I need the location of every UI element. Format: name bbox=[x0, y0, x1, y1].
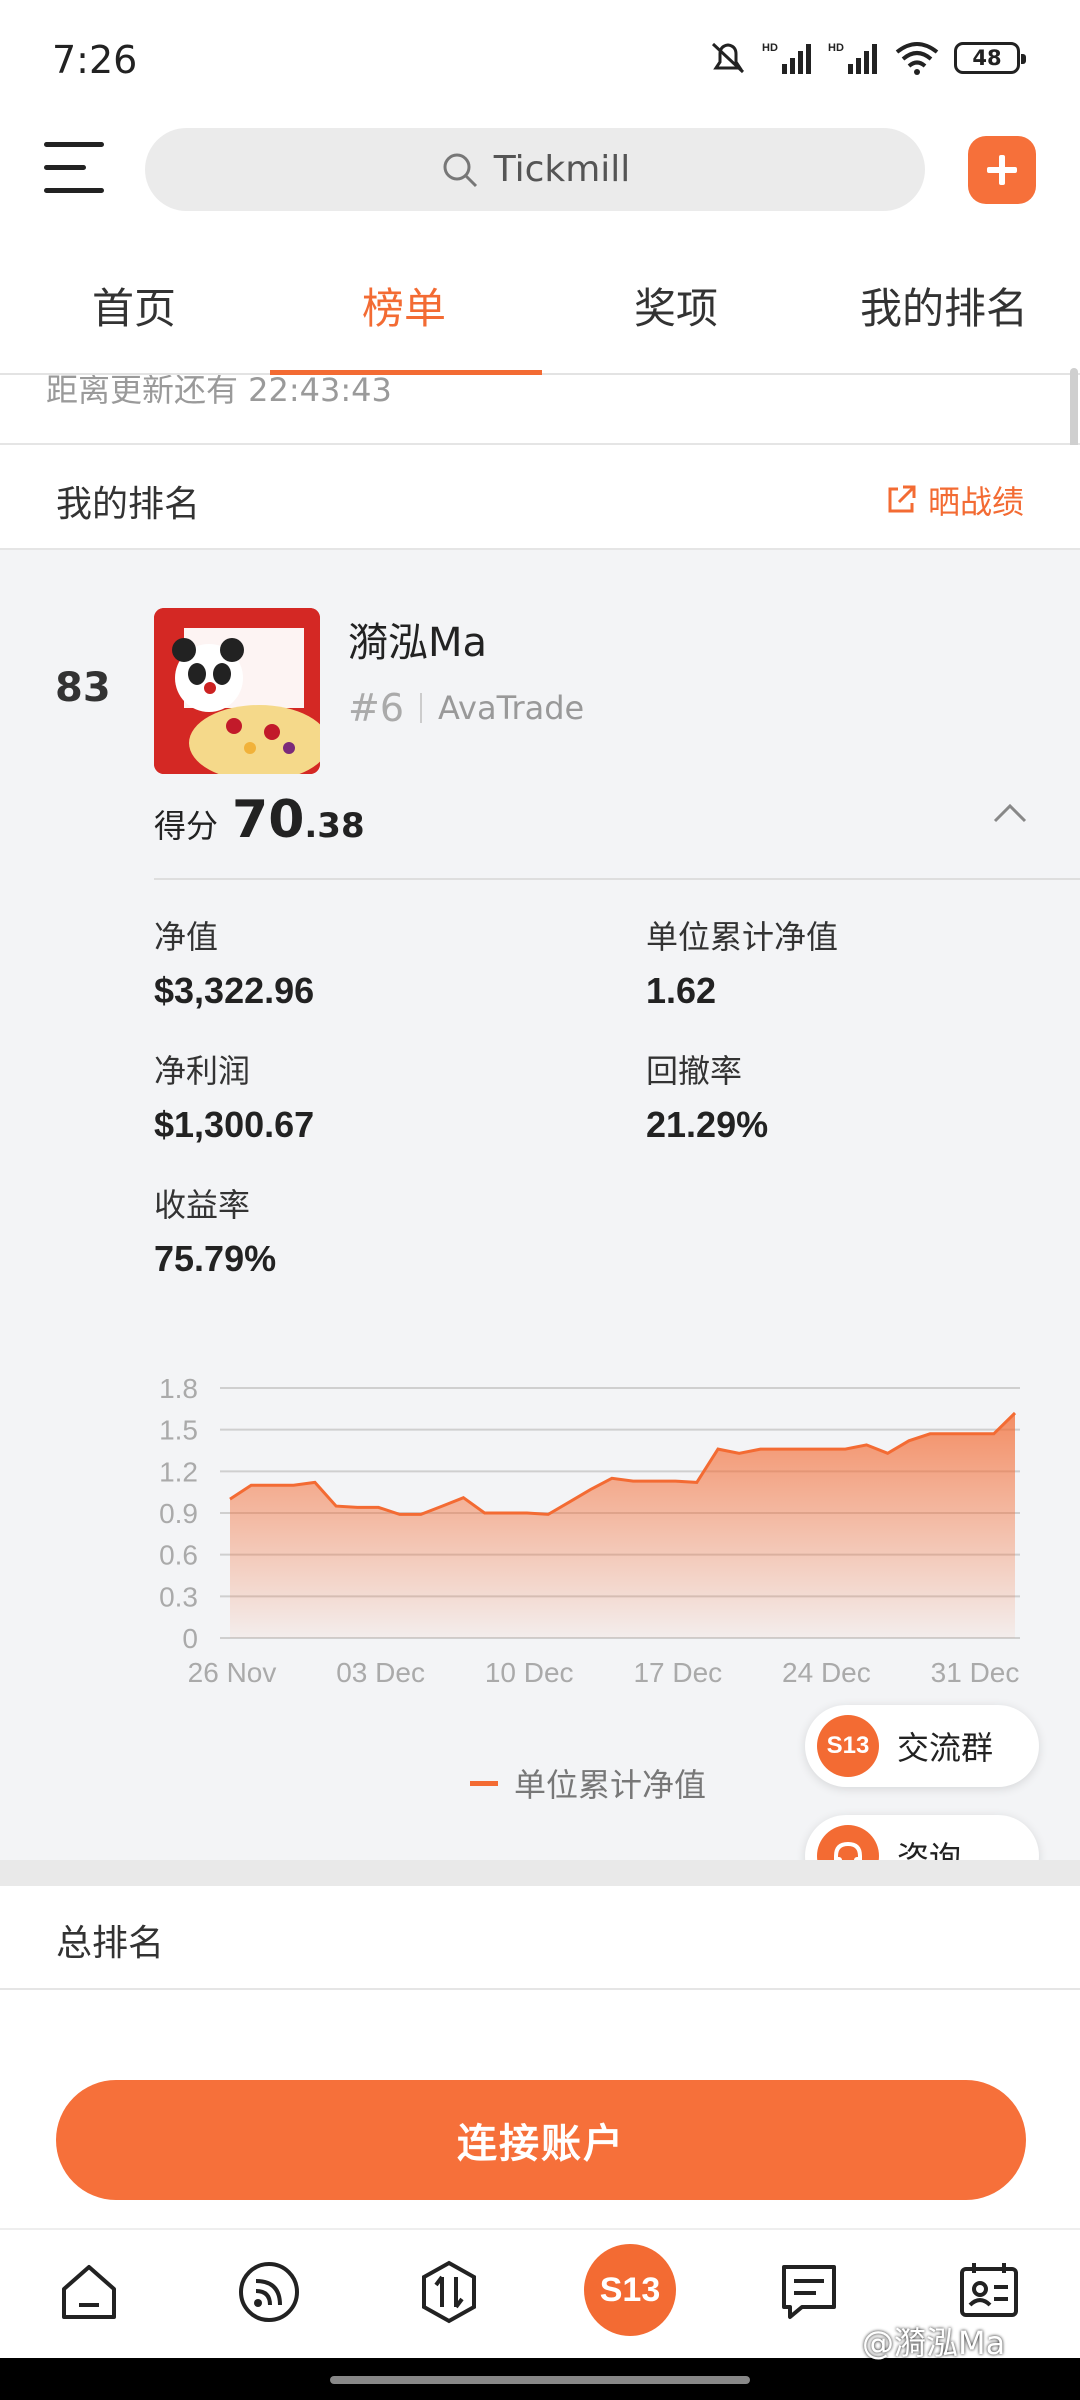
wifi-icon bbox=[895, 42, 939, 75]
stat-net-profit: 净利润 $1,300.67 bbox=[154, 1046, 314, 1146]
stat-label: 净利润 bbox=[154, 1052, 251, 1090]
plus-icon bbox=[987, 155, 1017, 185]
stat-drawdown: 回撤率 21.29% bbox=[646, 1046, 768, 1146]
home-indicator[interactable] bbox=[330, 2376, 750, 2384]
y-tick-label: 1.5 bbox=[159, 1415, 198, 1446]
add-button[interactable] bbox=[968, 136, 1036, 204]
score: 得分 70 .38 bbox=[154, 790, 365, 850]
user-subtitle: #6 AvaTrade bbox=[348, 686, 584, 730]
section-divider bbox=[0, 1860, 1080, 1886]
divider bbox=[154, 878, 1080, 880]
svg-text:HD: HD bbox=[828, 42, 844, 54]
y-tick-label: 1.8 bbox=[159, 1373, 198, 1404]
update-countdown: 距离更新还有 22:43:43 bbox=[0, 375, 1080, 445]
avatar[interactable] bbox=[154, 608, 320, 774]
y-tick-label: 0.3 bbox=[159, 1581, 198, 1612]
trade-icon[interactable] bbox=[412, 2255, 486, 2329]
tab-home[interactable]: 首页 bbox=[92, 275, 176, 336]
list-area bbox=[0, 1990, 1080, 2050]
search-placeholder: Tickmill bbox=[493, 149, 631, 190]
x-tick-label: 03 Dec bbox=[336, 1657, 425, 1688]
stat-unit-nav: 单位累计净值 1.62 bbox=[646, 912, 838, 1012]
score-int: 70 bbox=[232, 790, 305, 850]
group-chat-label: 交流群 bbox=[897, 1729, 994, 1767]
connect-account-button[interactable]: 连接账户 bbox=[56, 2080, 1026, 2200]
stat-value: 21.29% bbox=[646, 1104, 769, 1145]
stat-value: 1.62 bbox=[646, 970, 717, 1011]
broker-name: AvaTrade bbox=[438, 689, 585, 727]
score-label: 得分 bbox=[154, 807, 219, 845]
x-tick-label: 17 Dec bbox=[633, 1657, 722, 1688]
group-chat-button[interactable]: S13 交流群 bbox=[805, 1705, 1039, 1787]
message-icon[interactable] bbox=[772, 2255, 846, 2329]
feed-icon[interactable] bbox=[232, 2255, 306, 2329]
signal-hd-icon-2: HD bbox=[828, 42, 877, 74]
battery-icon: 48 bbox=[954, 42, 1026, 74]
tab-bar: 首页 榜单 奖项 我的排名 bbox=[0, 240, 1080, 375]
share-button[interactable]: 晒战绩 bbox=[884, 477, 1024, 523]
tab-my-rank[interactable]: 我的排名 bbox=[860, 275, 1028, 336]
rank-number: 83 bbox=[55, 665, 111, 711]
score-dec: .38 bbox=[304, 806, 365, 846]
section-title: 我的排名 bbox=[56, 484, 201, 525]
legend-swatch bbox=[470, 1780, 498, 1786]
chevron-up-icon[interactable] bbox=[992, 800, 1028, 828]
total-rank-header: 总排名 bbox=[0, 1886, 1080, 1990]
search-bar[interactable]: Tickmill bbox=[145, 128, 925, 211]
s13-logo-button[interactable]: S13 bbox=[584, 2244, 676, 2336]
legend-label: 单位累计净值 bbox=[514, 1766, 707, 1804]
x-tick-label: 24 Dec bbox=[782, 1657, 871, 1688]
status-icons: HD HD 48 bbox=[708, 40, 1026, 76]
home-icon[interactable] bbox=[52, 2255, 126, 2329]
separator bbox=[420, 693, 423, 723]
my-rank-header: 我的排名 晒战绩 bbox=[0, 445, 1080, 550]
user-name: 漪泓Ma bbox=[348, 620, 488, 666]
stat-value: $1,300.67 bbox=[154, 1104, 315, 1145]
y-tick-label: 0.6 bbox=[159, 1540, 198, 1571]
stat-label: 收益率 bbox=[154, 1186, 251, 1224]
x-tick-label: 31 Dec bbox=[931, 1657, 1020, 1688]
x-tick-label: 26 Nov bbox=[188, 1657, 277, 1688]
watermark: @漪泓Ma bbox=[862, 2324, 1006, 2362]
stat-return: 收益率 75.79% bbox=[154, 1180, 276, 1280]
chart-legend: 单位累计净值 bbox=[470, 1760, 706, 1806]
nav-chart: 1.8 1.5 1.2 0.9 0.6 0.3 0 26 Nov 03 Dec 10 Dec 17… bbox=[159, 1373, 1020, 1688]
user-tag: #6 bbox=[348, 686, 405, 730]
mute-icon bbox=[711, 42, 745, 74]
menu-icon[interactable] bbox=[44, 142, 104, 194]
stat-label: 单位累计净值 bbox=[646, 918, 839, 956]
y-tick-label: 0 bbox=[182, 1623, 198, 1654]
stat-label: 净值 bbox=[154, 918, 219, 956]
stat-value: $3,322.96 bbox=[154, 970, 315, 1011]
signal-hd-icon: HD bbox=[762, 42, 811, 74]
status-time: 7:26 bbox=[52, 38, 138, 82]
svg-text:HD: HD bbox=[762, 42, 778, 54]
share-icon bbox=[888, 485, 916, 513]
stat-net-value: 净值 $3,322.96 bbox=[154, 912, 314, 1012]
x-tick-label: 10 Dec bbox=[485, 1657, 574, 1688]
y-tick-label: 1.2 bbox=[159, 1456, 198, 1487]
s13-logo-icon: S13 bbox=[817, 1715, 879, 1777]
total-rank-title: 总排名 bbox=[56, 1923, 165, 1964]
tab-awards[interactable]: 奖项 bbox=[634, 275, 718, 336]
y-tick-label: 0.9 bbox=[159, 1498, 198, 1529]
tab-ranking[interactable]: 榜单 bbox=[362, 275, 446, 336]
stat-label: 回撤率 bbox=[646, 1052, 743, 1090]
search-icon bbox=[443, 153, 477, 187]
stat-value: 75.79% bbox=[154, 1238, 277, 1279]
